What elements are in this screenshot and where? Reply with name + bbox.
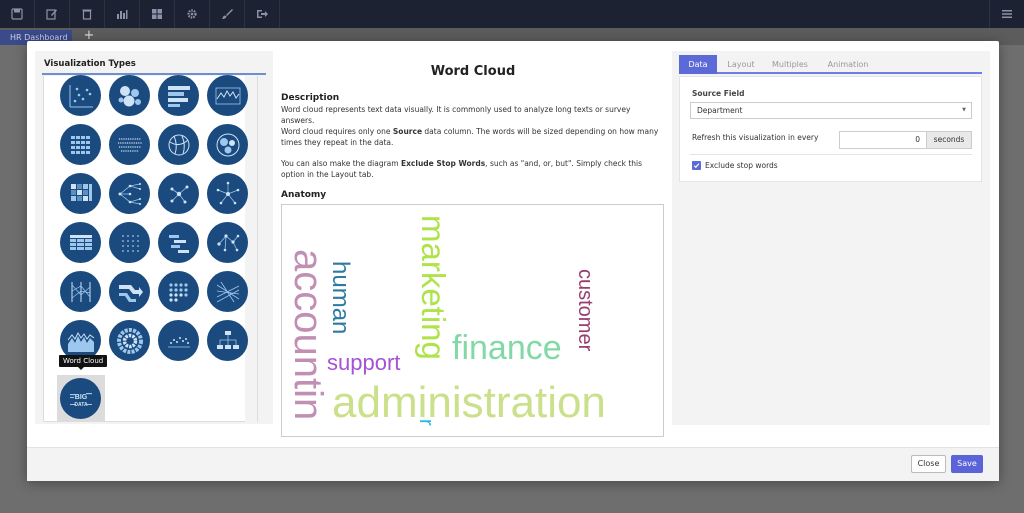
- save-button[interactable]: Save: [951, 455, 983, 473]
- description-heading: Description: [281, 93, 340, 103]
- description-text-2: Word cloud requires only one Source data…: [281, 127, 659, 147]
- tab-animation[interactable]: Animation: [818, 55, 878, 74]
- crossing-lines-icon[interactable]: [207, 271, 248, 312]
- dot-plot-icon[interactable]: [158, 320, 199, 361]
- save-icon[interactable]: [0, 0, 35, 28]
- app-toolbar: [0, 0, 1024, 28]
- pivot-table-icon[interactable]: [60, 222, 101, 263]
- word-marketing: marketing: [415, 215, 452, 360]
- circle-packing-icon[interactable]: [207, 124, 248, 165]
- description-text-1: Word cloud represents text data visually…: [281, 105, 631, 125]
- network-graph-icon[interactable]: [158, 173, 199, 214]
- caret-down-icon: ▼: [962, 107, 966, 113]
- dot-matrix-icon[interactable]: [109, 222, 150, 263]
- word-accountin: accountin: [286, 249, 330, 421]
- svg-text:DATA: DATA: [74, 402, 88, 408]
- exclude-stop-words-checkbox[interactable]: [692, 161, 701, 170]
- line-chart-icon[interactable]: [207, 75, 248, 116]
- visualization-modal: Visualization Types BIG DATA Word Cloud …: [27, 41, 999, 481]
- refresh-unit: seconds: [926, 131, 972, 149]
- data-settings: Source Field Department ▼ Refresh this v…: [679, 76, 982, 182]
- svg-text:BIG: BIG: [74, 394, 87, 401]
- divider: [690, 154, 972, 155]
- horizontal-bar-icon[interactable]: [158, 75, 199, 116]
- tab-multiples[interactable]: Multiples: [764, 55, 816, 74]
- heatmap-icon[interactable]: [60, 173, 101, 214]
- word-support: support: [327, 350, 401, 375]
- gantt-icon[interactable]: [158, 222, 199, 263]
- anatomy-heading: Anatomy: [281, 190, 327, 200]
- visualization-types-panel: Visualization Types BIG DATA Word Cloud: [35, 51, 273, 424]
- word-administration: administration: [332, 378, 606, 427]
- radial-network-icon[interactable]: [207, 173, 248, 214]
- properties-panel: Data Layout Multiples Animation Source F…: [672, 51, 990, 425]
- check-icon: [693, 163, 700, 169]
- edit-icon[interactable]: [35, 0, 70, 28]
- word-cloud-type-icon[interactable]: BIG DATA: [60, 378, 101, 419]
- sphere-icon[interactable]: [158, 124, 199, 165]
- word-r: r: [415, 419, 437, 426]
- brush-icon[interactable]: [210, 0, 245, 28]
- modal-footer: [27, 447, 999, 481]
- description-text-3: You can also make the diagram Exclude St…: [281, 159, 643, 179]
- description-panel: Word Cloud Description Word cloud repres…: [281, 51, 665, 437]
- waffle-chart-icon[interactable]: [158, 271, 199, 312]
- graph-nodes-icon[interactable]: [207, 222, 248, 263]
- bar-chart-icon[interactable]: [105, 0, 140, 28]
- gear-icon[interactable]: [175, 0, 210, 28]
- tab-layout[interactable]: Layout: [720, 55, 762, 74]
- word-human: human: [327, 261, 354, 335]
- refresh-label: Refresh this visualization in every: [692, 133, 819, 142]
- visualization-title: Word Cloud: [430, 64, 516, 79]
- tab-data[interactable]: Data: [679, 55, 717, 74]
- properties-tabs: Data Layout Multiples Animation: [679, 55, 982, 74]
- close-button[interactable]: Close: [911, 455, 946, 473]
- parallel-coordinates-icon[interactable]: [60, 271, 101, 312]
- tree-diagram-icon[interactable]: [109, 173, 150, 214]
- sunburst-icon[interactable]: [109, 320, 150, 361]
- trash-icon[interactable]: [70, 0, 105, 28]
- bubble-chart-icon[interactable]: [109, 75, 150, 116]
- word-cloud-tooltip: Word Cloud: [59, 355, 108, 370]
- word-cloud-preview: accountin human support marketing financ…: [281, 204, 664, 437]
- source-field-select[interactable]: Department ▼: [690, 102, 972, 119]
- word-customer: customer: [574, 269, 596, 352]
- text-cloud-icon[interactable]: [109, 124, 150, 165]
- table-grid-icon[interactable]: [60, 124, 101, 165]
- scatter-plot-icon[interactable]: [60, 75, 101, 116]
- visualization-types-title: Visualization Types: [44, 59, 136, 69]
- org-chart-icon[interactable]: [207, 320, 248, 361]
- source-field-label: Source Field: [692, 89, 745, 98]
- sankey-arrow-icon[interactable]: [109, 271, 150, 312]
- menu-icon[interactable]: [989, 0, 1024, 28]
- refresh-interval-input[interactable]: 0: [839, 131, 927, 149]
- word-finance: finance: [452, 329, 562, 367]
- exclude-stop-words-label: Exclude stop words: [705, 161, 778, 170]
- export-icon[interactable]: [245, 0, 280, 28]
- source-field-value: Department: [697, 106, 743, 115]
- dashboard-icon[interactable]: [140, 0, 175, 28]
